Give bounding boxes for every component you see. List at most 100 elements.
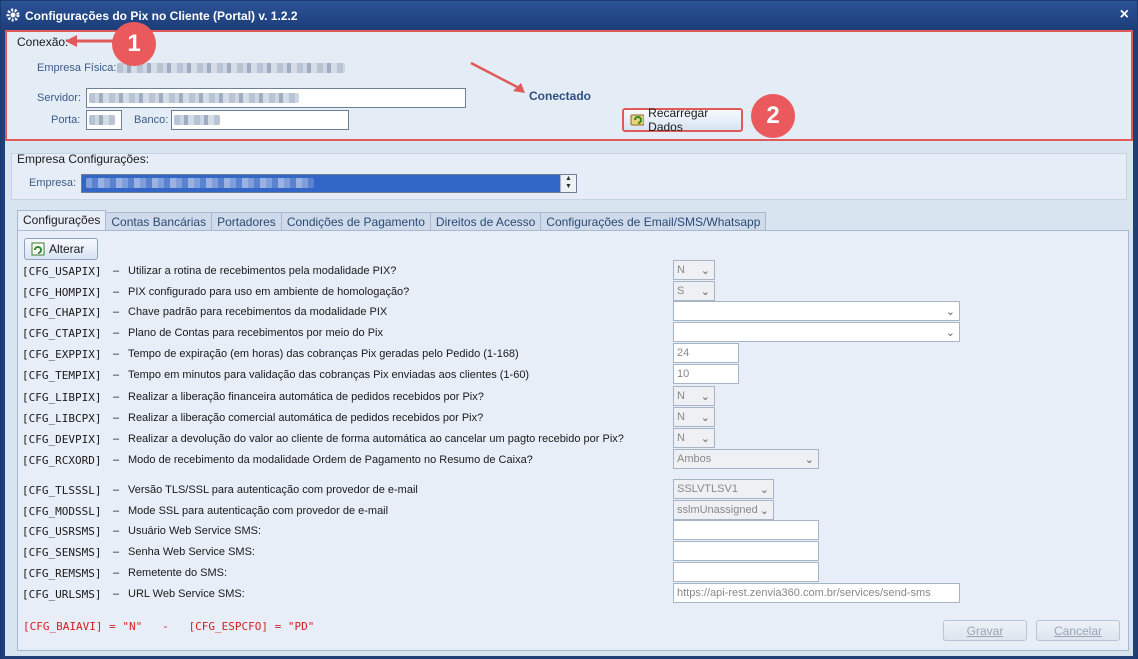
config-description: Tempo de expiração (em horas) das cobran… [128,348,519,360]
config-input[interactable] [673,541,819,561]
config-input[interactable] [673,562,819,582]
config-select[interactable]: N ⌄ [673,407,715,427]
config-value: 10 [677,368,690,380]
config-select[interactable]: N ⌄ [673,260,715,280]
reload-data-button[interactable]: Recarregar Dados [622,106,743,134]
chevron-down-icon[interactable]: ⌄ [760,502,769,520]
row-separator: – [113,327,120,339]
config-value: 24 [677,347,690,359]
chevron-down-icon[interactable]: ⌄ [805,451,814,469]
chevron-down-icon[interactable]: ⌄ [701,430,710,448]
config-code: [CFG_HOMPIX] [22,286,102,299]
arrow-annotation [470,61,525,93]
company-config-group: Empresa Configurações: Empresa: ▲ ▼ [11,152,1127,200]
config-select[interactable]: N ⌄ [673,428,715,448]
config-code: [CFG_SENSMS] [22,546,102,559]
annotation-badge-1: 1 [112,22,156,66]
config-value: SSLVTLSV1 [677,483,738,495]
tab-email-sms-whatsapp[interactable]: Configurações de Email/SMS/Whatsapp [540,212,767,231]
config-code: [CFG_EXPPIX] [22,348,102,361]
config-value: N [677,264,685,276]
config-select[interactable]: SSLVTLSV1 ⌄ [673,479,774,499]
config-select[interactable]: S ⌄ [673,281,715,301]
tab-portadores[interactable]: Portadores [211,212,282,231]
banco-field[interactable] [171,110,349,130]
reload-data-label: Recarregar Dados [648,106,709,134]
row-separator: – [113,286,120,298]
reload-icon [630,114,645,126]
config-code: [CFG_LIBCPX] [22,412,102,425]
config-description: Realizar a liberação financeira automáti… [128,391,484,403]
config-description: Tempo em minutos para validação das cobr… [128,369,530,381]
config-code: [CFG_RCXORD] [22,454,102,467]
config-input[interactable] [673,520,819,540]
config-description: Senha Web Service SMS: [128,546,255,558]
close-icon[interactable]: × [1120,6,1129,24]
chevron-down-icon[interactable]: ⌄ [701,388,710,406]
config-description: Remetente do SMS: [128,567,228,579]
config-input[interactable]: 24 [673,343,739,363]
chevron-down-icon[interactable]: ⌄ [701,283,710,301]
cancelar-label: Cancelar [1053,623,1103,638]
app-window: Configurações do Pix no Cliente (Portal)… [0,0,1138,659]
connection-status: Conectado [529,89,592,103]
gravar-label: Gravar [966,623,1004,638]
config-select[interactable]: ⌄ [673,322,960,342]
config-code: [CFG_USAPIX] [22,265,102,278]
config-description: Utilizar a rotina de recebimentos pela m… [128,265,397,277]
servidor-field[interactable] [86,88,466,108]
config-input[interactable]: https://api-rest.zenvia360.com.br/servic… [673,583,960,603]
tab-configuracoes[interactable]: Configurações [17,210,107,231]
row-separator: – [113,588,120,600]
row-separator: – [113,546,120,558]
chevron-down-icon[interactable]: ⌄ [701,409,710,427]
window-client: Conexão: Empresa Física: Servidor: Porta… [5,22,1133,656]
config-select[interactable]: N ⌄ [673,386,715,406]
empresa-select[interactable]: ▲ ▼ [81,174,577,193]
tab-condicoes-pagamento[interactable]: Condições de Pagamento [280,212,431,231]
config-select[interactable]: ⌄ [673,301,960,321]
config-select[interactable]: Ambos ⌄ [673,449,819,469]
chevron-down-icon[interactable]: ⌄ [760,481,769,499]
config-code: [CFG_LIBPIX] [22,391,102,404]
row-separator: – [113,265,120,277]
chevron-down-icon[interactable]: ⌄ [946,324,955,342]
config-code: [CFG_DEVPIX] [22,433,102,446]
tab-contas-bancarias[interactable]: Contas Bancárias [105,212,213,231]
config-input[interactable]: 10 [673,364,739,384]
chevron-down-icon[interactable]: ⌄ [701,262,710,280]
connection-label: Conexão: [17,35,69,49]
chevron-down-icon[interactable]: ⌄ [946,303,955,321]
alterar-label: Alterar [49,242,85,256]
row-separator: – [113,348,120,360]
alterar-button[interactable]: Alterar [24,238,98,260]
config-value: N [677,432,685,444]
config-code: [CFG_REMSMS] [22,567,102,580]
badge-arrow-1 [65,35,113,47]
config-description: PIX configurado para uso em ambiente de … [128,286,410,298]
config-code: [CFG_URLSMS] [22,588,102,601]
tab-direitos-acesso[interactable]: Direitos de Acesso [429,212,542,231]
footer-note: [CFG_BAIAVI] = "N" - [CFG_ESPCFO] = "PD" [23,620,315,633]
row-separator: – [113,454,120,466]
config-code: [CFG_MODSSL] [22,505,102,518]
config-description: Versão TLS/SSL para autenticação com pro… [128,484,418,496]
gravar-button[interactable]: Gravar [943,620,1027,641]
config-description: Mode SSL para autenticação com provedor … [128,505,389,517]
empresa-label: Empresa: [29,177,77,189]
edit-icon [31,242,45,256]
porta-label: Porta: [51,114,81,126]
config-description: Usuário Web Service SMS: [128,525,262,537]
config-description: URL Web Service SMS: [128,588,245,600]
cancelar-button[interactable]: Cancelar [1036,620,1120,641]
config-value: N [677,390,685,402]
porta-field[interactable] [86,110,122,130]
spinner-icon[interactable]: ▲ ▼ [560,175,576,192]
config-value: N [677,411,685,423]
config-select[interactable]: sslmUnassigned ⌄ [673,500,774,520]
row-separator: – [113,412,120,424]
servidor-label: Servidor: [37,92,82,104]
gear-icon [6,8,20,22]
config-code: [CFG_CTAPIX] [22,327,102,340]
row-separator: – [113,391,120,403]
